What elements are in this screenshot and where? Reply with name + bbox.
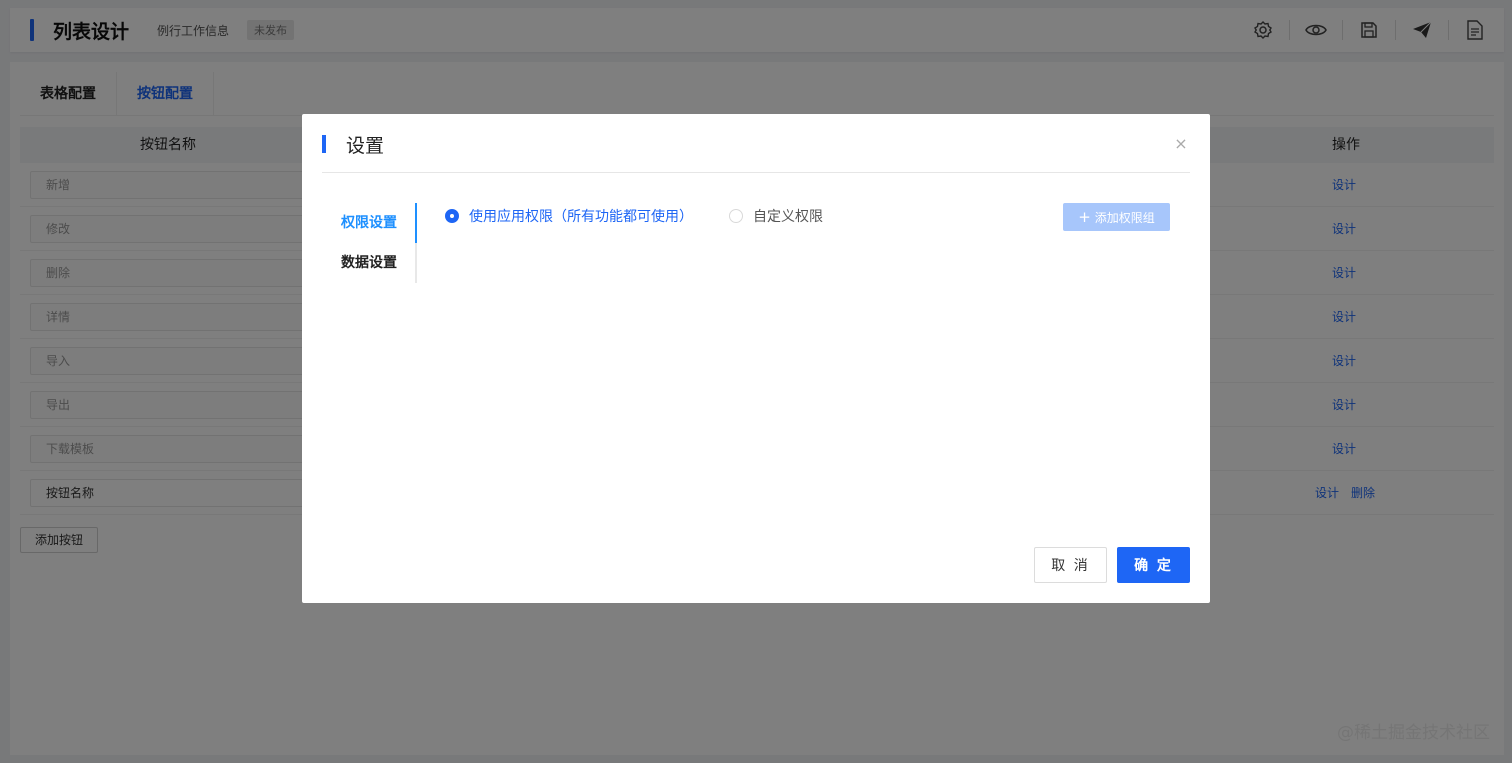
side-item-data[interactable]: 数据设置 (332, 243, 415, 283)
radio-unchecked-icon (729, 209, 743, 223)
confirm-button[interactable]: 确 定 (1117, 547, 1190, 583)
modal-title: 设置 (346, 135, 385, 157)
plus-icon: + (1078, 208, 1091, 226)
modal-header: 设置 × (322, 114, 1190, 173)
radio-checked-icon (445, 209, 459, 223)
add-permission-group-label: 添加权限组 (1094, 210, 1155, 225)
cancel-button[interactable]: 取 消 (1034, 547, 1107, 583)
modal-title-accent (322, 135, 326, 153)
close-icon[interactable]: × (1172, 134, 1190, 153)
radio-label: 自定义权限 (753, 209, 823, 225)
radio-label: 使用应用权限（所有功能都可使用） (469, 209, 693, 225)
add-permission-group-button[interactable]: + 添加权限组 (1063, 203, 1170, 231)
radio-custom-permission[interactable]: 自定义权限 (729, 206, 823, 226)
permission-radio-group: 使用应用权限（所有功能都可使用） 自定义权限 (445, 206, 859, 226)
radio-app-permission[interactable]: 使用应用权限（所有功能都可使用） (445, 206, 693, 226)
settings-modal: 设置 × 权限设置 数据设置 使用应用权限（所有功能都可使用） 自定义权限 + … (302, 114, 1210, 603)
side-item-permission[interactable]: 权限设置 (332, 203, 417, 243)
modal-side-nav: 权限设置 数据设置 (332, 203, 417, 283)
